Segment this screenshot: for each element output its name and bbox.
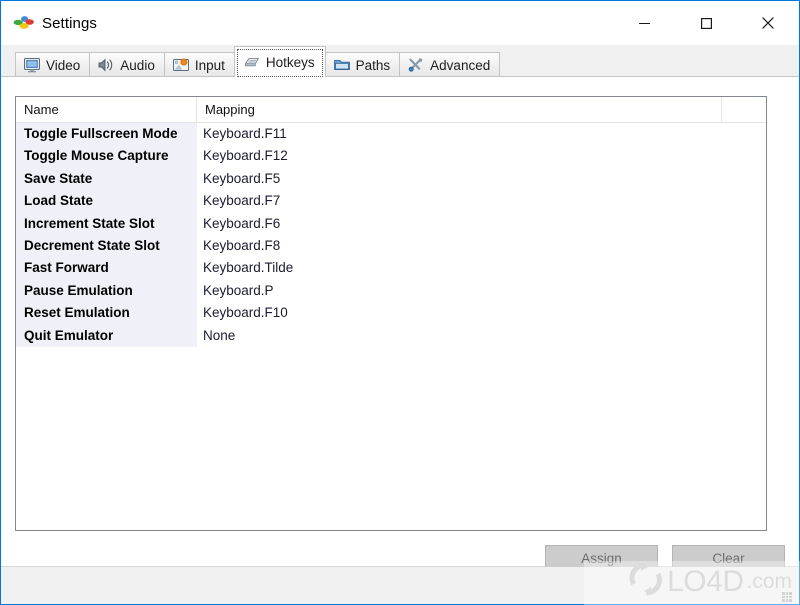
hotkeys-list-body: Toggle Fullscreen Mode Keyboard.F11 Toggle… <box>16 123 766 347</box>
tab-label: Input <box>194 57 225 73</box>
hotkey-name-cell: Fast Forward <box>16 257 197 280</box>
table-row[interactable]: Fast Forward Keyboard.Tilde <box>16 257 766 280</box>
tab-video[interactable]: Video <box>15 52 91 77</box>
speaker-icon <box>97 57 115 73</box>
hotkey-name-cell: Toggle Mouse Capture <box>16 145 197 168</box>
hotkey-mapping-cell: Keyboard.F8 <box>203 237 281 253</box>
settings-window: Settings Video Audio Input Hotkeys Paths… <box>0 0 800 605</box>
hotkeys-list-header: Name Mapping <box>16 97 766 123</box>
tab-label: Video <box>46 57 81 73</box>
hotkey-name-cell: Reset Emulation <box>16 302 197 325</box>
column-header-mapping[interactable]: Mapping <box>197 97 722 122</box>
column-header-name[interactable]: Name <box>16 97 197 122</box>
settings-dots-icon <box>12 11 36 35</box>
hotkey-mapping-cell: Keyboard.F5 <box>203 170 281 186</box>
tab-hotkeys[interactable]: Hotkeys <box>233 46 326 77</box>
tab-label: Hotkeys <box>265 54 315 70</box>
window-controls <box>613 1 799 45</box>
tab-label: Audio <box>120 57 155 73</box>
hotkey-mapping-cell: None <box>203 327 236 343</box>
table-row[interactable]: Quit Emulator None <box>16 324 766 347</box>
table-row[interactable]: Load State Keyboard.F7 <box>16 190 766 213</box>
tab-label: Paths <box>355 57 391 73</box>
window-title: Settings <box>42 14 97 32</box>
tab-advanced[interactable]: Advanced <box>399 52 501 77</box>
hotkey-mapping-cell: Keyboard.Tilde <box>203 260 294 276</box>
tab-paths[interactable]: Paths <box>324 52 401 77</box>
hotkey-name-cell: Decrement State Slot <box>16 234 197 258</box>
tab-label: Advanced <box>430 57 491 73</box>
folder-icon <box>333 57 351 73</box>
minimize-button[interactable] <box>613 1 675 45</box>
hotkey-mapping-cell: Keyboard.F12 <box>203 148 288 164</box>
hotkey-name-cell: Load State <box>16 190 197 213</box>
table-row[interactable]: Toggle Mouse Capture Keyboard.F12 <box>16 145 766 168</box>
hotkey-mapping-cell: Keyboard.F11 <box>203 126 287 141</box>
hotkey-name-cell: Pause Emulation <box>16 279 197 303</box>
gamepad-icon <box>172 57 190 73</box>
hotkey-name-cell: Toggle Fullscreen Mode <box>16 123 197 146</box>
settings-tabs: Video Audio Input Hotkeys Paths Advanced <box>1 45 799 77</box>
hotkey-name-cell: Save State <box>16 167 197 191</box>
hotkey-mapping-cell: Keyboard.P <box>203 282 274 298</box>
tab-input[interactable]: Input <box>163 52 235 77</box>
hotkeys-page: Name Mapping Toggle Fullscreen Mode Keybo… <box>1 76 799 571</box>
close-button[interactable] <box>737 1 799 45</box>
hotkey-mapping-cell: Keyboard.F6 <box>203 215 281 231</box>
footer-panel <box>1 567 799 604</box>
tab-audio[interactable]: Audio <box>89 52 165 77</box>
hotkey-mapping-cell: Keyboard.F10 <box>203 305 288 321</box>
tools-icon <box>407 57 425 73</box>
keyboard-icon <box>243 54 261 70</box>
title-bar: Settings <box>1 1 799 45</box>
hotkey-name-cell: Quit Emulator <box>16 324 197 347</box>
table-row[interactable]: Toggle Fullscreen Mode Keyboard.F11 <box>16 123 766 146</box>
table-row[interactable]: Increment State Slot Keyboard.F6 <box>16 212 766 235</box>
hotkey-name-cell: Increment State Slot <box>16 212 197 235</box>
table-row[interactable]: Decrement State Slot Keyboard.F8 <box>16 234 766 258</box>
table-row[interactable]: Pause Emulation Keyboard.P <box>16 279 766 303</box>
table-row[interactable]: Reset Emulation Keyboard.F10 <box>16 302 766 325</box>
table-row[interactable]: Save State Keyboard.F5 <box>16 167 766 191</box>
monitor-icon <box>23 57 41 73</box>
hotkeys-list[interactable]: Name Mapping Toggle Fullscreen Mode Keybo… <box>15 96 767 531</box>
hotkey-mapping-cell: Keyboard.F7 <box>203 193 281 209</box>
maximize-button[interactable] <box>675 1 737 45</box>
